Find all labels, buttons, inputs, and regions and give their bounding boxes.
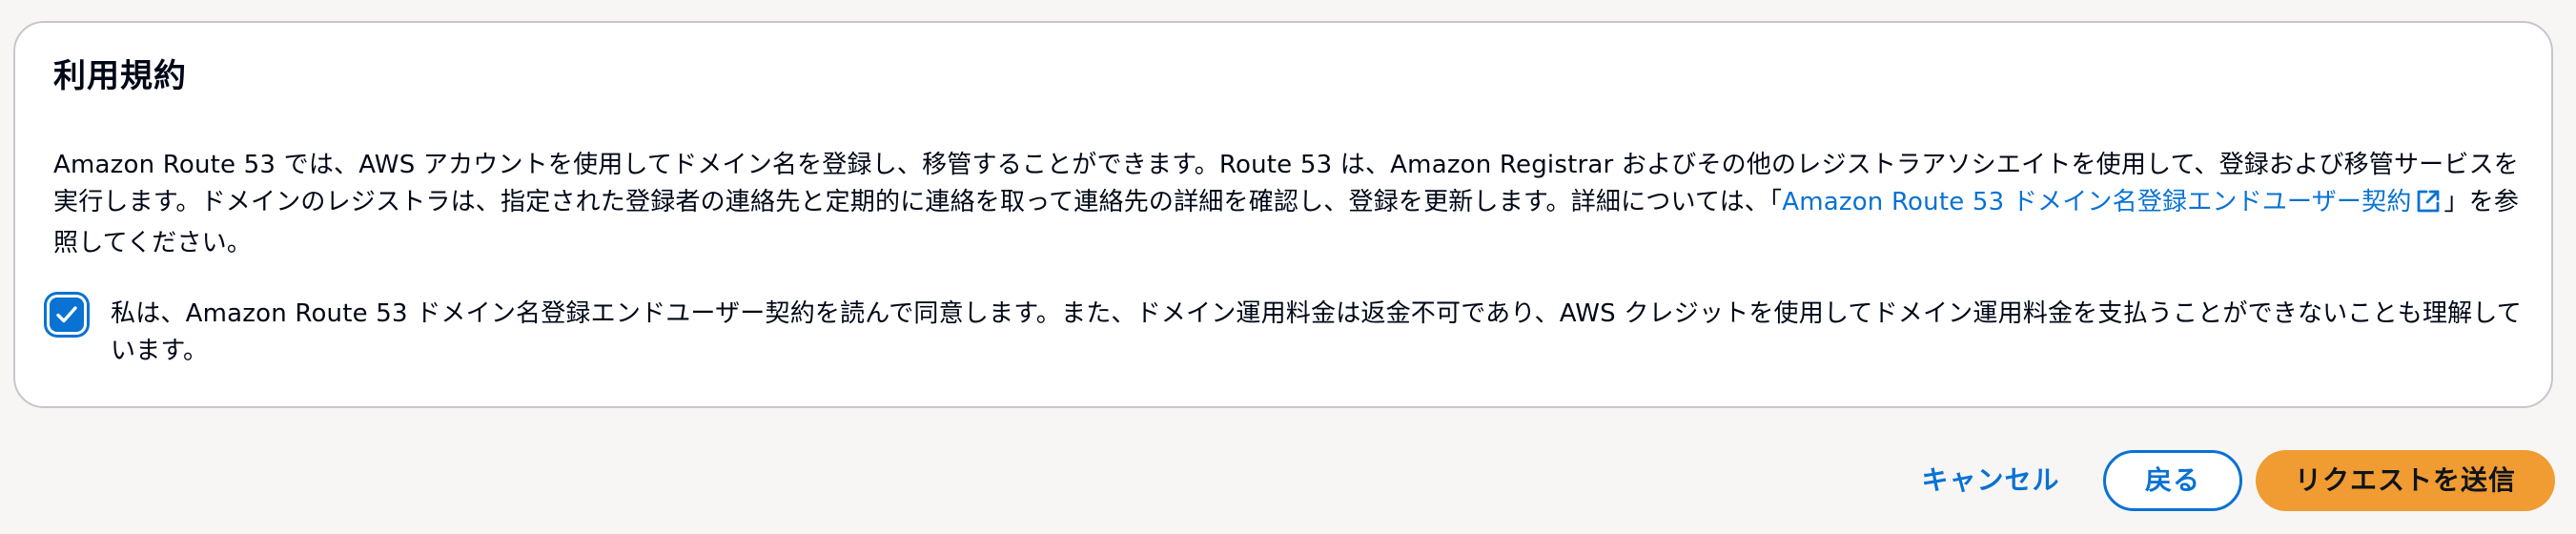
agreement-label[interactable]: 私は、Amazon Route 53 ドメイン名登録エンドユーザー契約を読んで同…	[111, 296, 2523, 370]
agreement-checkbox[interactable]	[50, 298, 84, 332]
external-link-icon	[2416, 188, 2441, 225]
back-button[interactable]: 戻る	[2103, 450, 2242, 511]
cancel-button[interactable]: キャンセル	[1895, 450, 2086, 511]
end-user-agreement-link[interactable]: Amazon Route 53 ドメイン名登録エンドユーザー契約	[1782, 188, 2443, 216]
form-actions: キャンセル 戻る リクエストを送信	[0, 450, 2576, 511]
page: 利用規約 Amazon Route 53 では、AWS アカウントを使用してドメ…	[0, 0, 2576, 534]
submit-request-button[interactable]: リクエストを送信	[2256, 450, 2555, 511]
terms-title: 利用規約	[53, 57, 187, 95]
terms-container: 利用規約 Amazon Route 53 では、AWS アカウントを使用してドメ…	[13, 21, 2553, 408]
end-user-agreement-link-label: Amazon Route 53 ドメイン名登録エンドユーザー契約	[1782, 188, 2412, 216]
checkmark-icon	[56, 306, 77, 323]
terms-description: Amazon Route 53 では、AWS アカウントを使用してドメイン名を登…	[53, 147, 2532, 262]
